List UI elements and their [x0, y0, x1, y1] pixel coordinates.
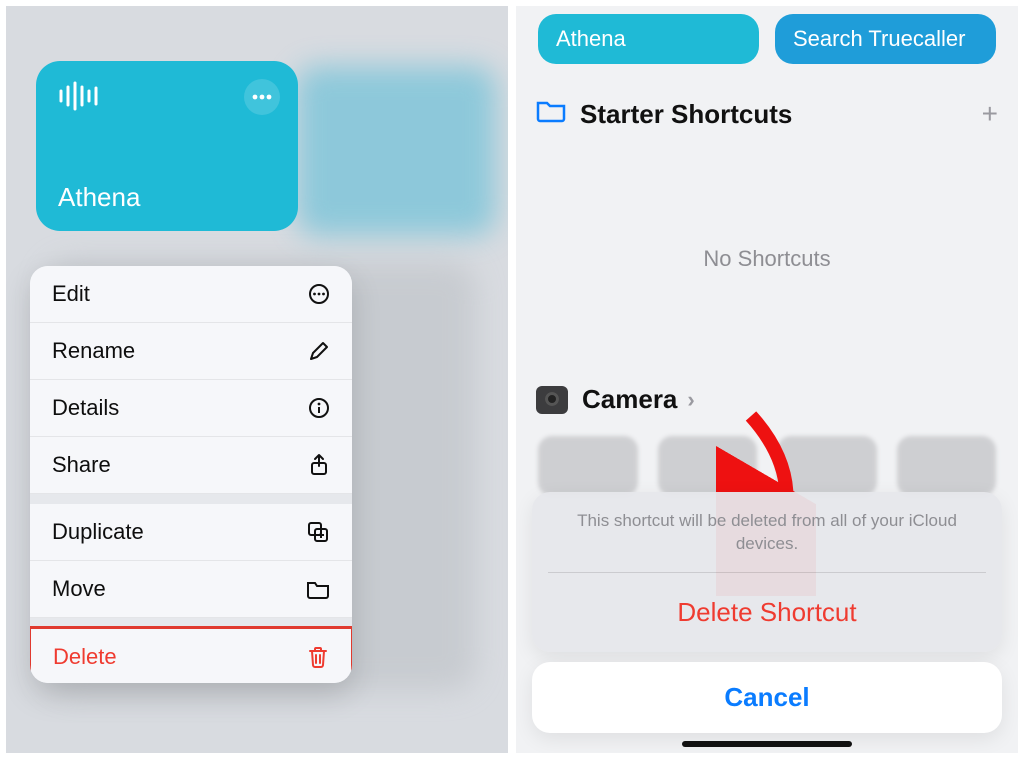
shortcut-tile-athena[interactable]: Athena	[538, 14, 759, 64]
pencil-icon	[308, 340, 330, 362]
shortcut-card-athena[interactable]: Athena	[36, 61, 298, 231]
chevron-right-icon: ›	[687, 387, 694, 413]
empty-state-text: No Shortcuts	[516, 246, 1018, 272]
section-title: Starter Shortcuts	[580, 99, 792, 130]
add-shortcut-button[interactable]: +	[982, 98, 998, 130]
folder-icon	[306, 579, 330, 599]
camera-icon	[536, 386, 568, 414]
share-icon	[308, 453, 330, 477]
cancel-button[interactable]: Cancel	[532, 662, 1002, 733]
menu-item-label: Details	[52, 395, 119, 421]
menu-item-share[interactable]: Share	[30, 437, 352, 494]
folder-icon	[536, 99, 566, 130]
info-circle-icon	[308, 397, 330, 419]
menu-item-label: Delete	[53, 644, 117, 670]
left-screenshot: Athena Edit Rename Details	[6, 6, 512, 753]
folder-header-camera[interactable]: Camera ›	[536, 384, 998, 415]
menu-item-delete[interactable]: Delete	[30, 626, 352, 683]
action-sheet: This shortcut will be deleted from all o…	[532, 492, 1002, 733]
shortcut-card-title: Athena	[58, 182, 140, 213]
menu-item-label: Share	[52, 452, 111, 478]
trash-icon	[307, 645, 329, 669]
menu-separator	[30, 494, 352, 504]
menu-item-label: Rename	[52, 338, 135, 364]
delete-shortcut-button[interactable]: Delete Shortcut	[548, 573, 986, 652]
blurred-card	[296, 66, 496, 236]
menu-item-edit[interactable]: Edit	[30, 266, 352, 323]
duplicate-icon	[306, 520, 330, 544]
menu-item-duplicate[interactable]: Duplicate	[30, 504, 352, 561]
context-menu: Edit Rename Details Share	[30, 266, 352, 683]
menu-item-label: Edit	[52, 281, 90, 307]
menu-item-move[interactable]: Move	[30, 561, 352, 618]
home-indicator	[682, 741, 852, 747]
section-title: Camera	[582, 384, 677, 415]
menu-item-rename[interactable]: Rename	[30, 323, 352, 380]
menu-item-details[interactable]: Details	[30, 380, 352, 437]
soundwave-icon	[58, 81, 102, 116]
tile-label: Search Truecaller	[793, 26, 965, 52]
action-sheet-message: This shortcut will be deleted from all o…	[548, 510, 986, 572]
menu-item-label: Move	[52, 576, 106, 602]
menu-item-label: Duplicate	[52, 519, 144, 545]
more-options-button[interactable]	[244, 79, 280, 115]
tile-label: Athena	[556, 26, 626, 52]
shortcut-tile-truecaller[interactable]: Search Truecaller	[775, 14, 996, 64]
ellipsis-circle-icon	[308, 283, 330, 305]
right-screenshot: Athena Search Truecaller Starter Shortcu…	[512, 6, 1018, 753]
folder-header-starter-shortcuts[interactable]: Starter Shortcuts +	[536, 98, 998, 130]
